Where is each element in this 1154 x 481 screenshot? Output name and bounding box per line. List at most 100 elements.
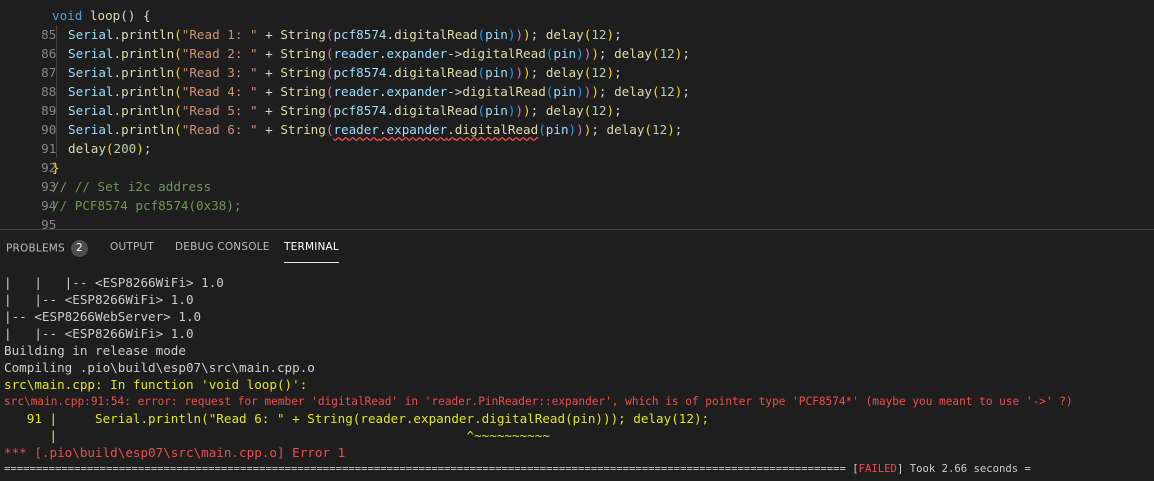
code-token: Serial (68, 84, 114, 99)
code-token: "Read 5: " (181, 103, 258, 118)
indent-guide (56, 82, 57, 101)
code-line-87[interactable]: 87 Serial.println("Read 2: " + String(re… (0, 44, 690, 80)
error-squiggle-token[interactable]: digitalRead (455, 122, 538, 137)
code-token: Serial (68, 27, 114, 42)
code-token: "Read 1: " (181, 27, 258, 42)
code-token: println (121, 103, 175, 118)
code-line-88[interactable]: 88 Serial.println("Read 3: " + String(pc… (0, 63, 622, 99)
code-token: digitalRead (462, 84, 546, 99)
tab-problems[interactable]: PROBLEMS 2 (6, 240, 88, 262)
code-comment: // PCF8574 pcf8574(0x38); (52, 198, 242, 213)
terminal-line-function-context: src\main.cpp: In function 'void loop()': (4, 377, 308, 392)
code-token: println (121, 65, 175, 80)
terminal-error-message: src\main.cpp:91:54: error: request for m… (4, 395, 1073, 408)
code-token: delay (614, 84, 652, 99)
code-token: 12 (659, 84, 675, 99)
keyword: void (52, 8, 83, 23)
code-token: pcf8574 (333, 65, 387, 80)
code-token: Serial (68, 122, 114, 137)
indent-guide (56, 44, 57, 63)
code-line-94[interactable]: 94 // // Set i2c address (0, 177, 211, 213)
code-token: String (280, 122, 326, 137)
code-line-91[interactable]: 91 Serial.println("Read 6: " + String(re… (0, 120, 682, 156)
code-token: "Read 2: " (181, 46, 258, 61)
code-line-85[interactable]: 85 void loop() { (0, 6, 150, 42)
code-editor[interactable]: 85 void loop() { 86 Serial.println("Read… (0, 0, 1154, 229)
terminal-line: | |-- <ESP8266WiFi> 1.0 (4, 326, 194, 341)
code-token: println (121, 46, 175, 61)
failed-status: FAILED (858, 463, 897, 475)
indent-guide (56, 63, 57, 82)
code-line-93[interactable]: 93 } (0, 158, 59, 194)
code-token: String (280, 65, 326, 80)
terminal-output[interactable]: | | |-- <ESP8266WiFi> 1.0 | |-- <ESP8266… (4, 274, 1154, 478)
code-token: Serial (68, 65, 114, 80)
rule-end: = (1024, 463, 1031, 475)
tab-label: TERMINAL (284, 241, 339, 253)
code-token: } (52, 160, 60, 175)
code-token: 12 (591, 103, 607, 118)
code-token: println (121, 27, 175, 42)
tab-terminal[interactable]: TERMINAL (284, 240, 339, 263)
code-token: expander (386, 46, 448, 61)
indent-guide (56, 25, 57, 44)
code-line-90[interactable]: 90 Serial.println("Read 5: " + String(pc… (0, 101, 622, 137)
tab-label: PROBLEMS (6, 242, 65, 255)
code-token: pin (553, 46, 577, 61)
code-token: pin (553, 84, 577, 99)
terminal-status-line: ========================================… (4, 461, 1154, 478)
code-token: pcf8574 (333, 27, 387, 42)
code-token: Serial (68, 103, 114, 118)
error-squiggle-token[interactable]: reader (333, 122, 379, 137)
code-line-92[interactable]: 92 delay(200); (0, 139, 151, 175)
code-line-96[interactable]: 96 (0, 215, 56, 229)
indent-guide (56, 139, 57, 158)
panel-tab-bar: PROBLEMS 2 OUTPUT DEBUG CONSOLE TERMINAL (0, 230, 1154, 266)
terminal-line-source-excerpt: 91 | Serial.println("Read 6: " + String(… (4, 411, 710, 426)
code-token: pin (485, 27, 508, 42)
function-name: loop (89, 8, 121, 23)
code-token: println (121, 122, 175, 137)
tab-label: DEBUG CONSOLE (175, 241, 270, 253)
problems-count-badge: 2 (70, 240, 88, 257)
code-token: expander (386, 84, 448, 99)
code-token: pcf8574 (333, 103, 387, 118)
rule-line: ========================================… (4, 463, 846, 475)
code-token: 12 (652, 122, 668, 137)
code-token: "Read 6: " (181, 122, 258, 137)
code-token: pin (545, 122, 569, 137)
code-token: reader (333, 46, 379, 61)
code-punct: () { (120, 8, 151, 23)
code-token: String (280, 46, 326, 61)
tab-debug-console[interactable]: DEBUG CONSOLE (175, 240, 270, 262)
code-token: digitalRead (394, 65, 478, 80)
bottom-panel: PROBLEMS 2 OUTPUT DEBUG CONSOLE TERMINAL … (0, 229, 1154, 481)
code-token: delay (614, 46, 652, 61)
code-token: digitalRead (394, 103, 478, 118)
code-token: reader (333, 84, 379, 99)
terminal-line: Compiling .pio\build\esp07\src\main.cpp.… (4, 360, 315, 375)
terminal-line: | | |-- <ESP8266WiFi> 1.0 (4, 275, 224, 290)
code-line-95[interactable]: 95 // PCF8574 pcf8574(0x38); (0, 196, 241, 229)
terminal-line: Building in release mode (4, 343, 186, 358)
code-token: digitalRead (394, 27, 478, 42)
code-token: pin (485, 103, 508, 118)
indent-guide (56, 120, 57, 139)
error-squiggle-token[interactable]: expander (387, 122, 448, 137)
tab-output[interactable]: OUTPUT (110, 240, 154, 262)
tab-label: OUTPUT (110, 241, 154, 253)
code-token: 12 (659, 46, 675, 61)
code-token: 200 (113, 141, 137, 156)
code-token: String (280, 84, 326, 99)
code-line-86[interactable]: 86 Serial.println("Read 1: " + String(pc… (0, 25, 622, 61)
terminal-line-caret: | ^~~~~~~~~~~ (4, 428, 550, 443)
code-line-89[interactable]: 89 Serial.println("Read 4: " + String(re… (0, 82, 690, 118)
code-token: delay (606, 122, 645, 137)
code-token: 12 (591, 65, 607, 80)
code-token: "Read 4: " (181, 84, 258, 99)
code-token: delay (545, 103, 584, 118)
code-token: println (121, 84, 175, 99)
code-token: delay (545, 27, 584, 42)
duration-text: Took 2.66 seconds (903, 463, 1025, 475)
code-token: Serial (68, 46, 114, 61)
